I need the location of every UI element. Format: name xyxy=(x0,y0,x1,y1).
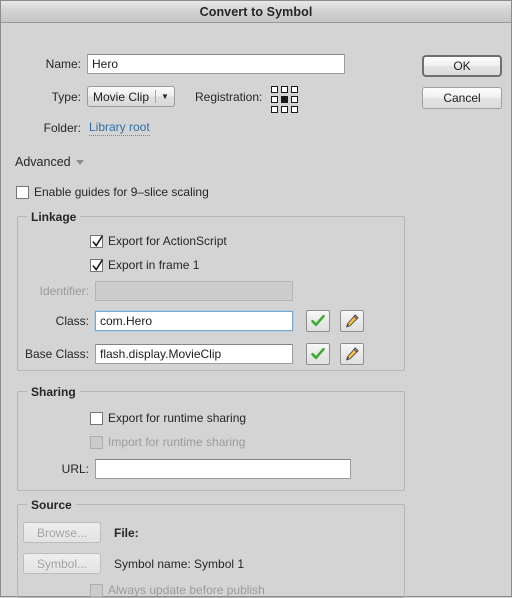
dialog-titlebar: Convert to Symbol xyxy=(1,1,511,23)
nine-slice-checkbox[interactable] xyxy=(16,185,29,199)
base-class-edit-button[interactable] xyxy=(340,343,364,365)
url-label: URL: xyxy=(61,462,89,476)
type-row: Type: Movie Clip ▼ xyxy=(19,86,175,107)
url-input[interactable] xyxy=(95,459,351,479)
dropdown-separator xyxy=(155,90,157,103)
registration-cell-middle-right[interactable] xyxy=(291,96,298,103)
export-actionscript-label: Export for ActionScript xyxy=(108,234,227,248)
export-frame1-checkbox[interactable] xyxy=(90,258,104,272)
always-update-row: Always update before publish xyxy=(90,583,265,597)
nine-slice-label: Enable guides for 9–slice scaling xyxy=(34,185,209,199)
cancel-button[interactable]: Cancel xyxy=(422,87,502,109)
base-class-input[interactable] xyxy=(95,344,293,364)
registration-label: Registration: xyxy=(195,90,263,104)
registration-point-grid[interactable] xyxy=(271,86,298,113)
symbol-button: Symbol... xyxy=(23,553,101,574)
checkmark-icon xyxy=(92,234,104,247)
advanced-disclosure[interactable]: Advanced xyxy=(15,155,84,169)
registration-cell-bottom-center[interactable] xyxy=(281,106,288,113)
class-validate-button[interactable] xyxy=(306,310,330,332)
class-row: Class: xyxy=(29,310,364,332)
browse-button-label: Browse... xyxy=(36,525,87,540)
registration-cell-top-center[interactable] xyxy=(281,86,288,93)
export-frame1-row[interactable]: Export in frame 1 xyxy=(90,258,199,272)
import-runtime-sharing-row: Import for runtime sharing xyxy=(90,435,245,449)
pencil-icon xyxy=(346,314,359,328)
class-edit-button[interactable] xyxy=(340,310,364,332)
checkmark-green-icon xyxy=(311,347,325,360)
chevron-down-icon: ▼ xyxy=(161,91,169,101)
type-dropdown[interactable]: Movie Clip ▼ xyxy=(87,86,175,107)
sharing-group-title: Sharing xyxy=(27,385,80,399)
always-update-checkbox xyxy=(90,583,103,597)
registration-cell-middle-left[interactable] xyxy=(271,96,278,103)
export-actionscript-checkbox[interactable] xyxy=(90,234,104,248)
checkmark-icon xyxy=(92,258,104,271)
base-class-row: Base Class: xyxy=(19,343,364,365)
url-row: URL: xyxy=(29,459,351,479)
base-class-label: Base Class: xyxy=(24,347,89,361)
registration-cell-top-right[interactable] xyxy=(291,86,298,93)
browse-button: Browse... xyxy=(23,522,101,543)
name-label: Name: xyxy=(45,57,81,71)
registration-cell-bottom-right[interactable] xyxy=(291,106,298,113)
registration-cell-center[interactable] xyxy=(281,96,288,103)
name-row: Name: xyxy=(19,54,349,74)
export-runtime-sharing-label: Export for runtime sharing xyxy=(108,411,247,425)
nine-slice-checkbox-row[interactable]: Enable guides for 9–slice scaling xyxy=(16,185,209,199)
cancel-button-label: Cancel xyxy=(443,91,481,105)
checkmark-green-icon xyxy=(311,314,325,327)
export-frame1-label: Export in frame 1 xyxy=(108,258,200,272)
registration-cell-top-left[interactable] xyxy=(271,86,278,93)
folder-row: Folder: Library root xyxy=(19,120,150,136)
export-runtime-sharing-row[interactable]: Export for runtime sharing xyxy=(90,411,246,425)
identifier-row: Identifier: xyxy=(29,281,293,301)
type-dropdown-value: Movie Clip xyxy=(93,89,150,104)
ok-button[interactable]: OK xyxy=(422,55,502,77)
pencil-icon xyxy=(346,347,359,361)
identifier-label: Identifier: xyxy=(39,284,89,298)
library-root-link[interactable]: Library root xyxy=(89,120,150,136)
ok-button-label: OK xyxy=(453,59,471,73)
name-input[interactable] xyxy=(87,54,345,74)
export-actionscript-row[interactable]: Export for ActionScript xyxy=(90,234,227,248)
base-class-validate-button[interactable] xyxy=(306,343,330,365)
dialog-body: Name: OK Cancel Type: Movie Clip ▼ Regis… xyxy=(1,23,511,598)
linkage-group-title: Linkage xyxy=(27,210,81,224)
folder-label: Folder: xyxy=(43,121,81,135)
source-group-title: Source xyxy=(27,498,76,512)
always-update-label: Always update before publish xyxy=(108,583,265,597)
advanced-label: Advanced xyxy=(15,155,71,169)
symbol-button-label: Symbol... xyxy=(36,556,87,571)
file-label: File: xyxy=(114,526,139,540)
convert-to-symbol-dialog: Convert to Symbol Name: OK Cancel Type: … xyxy=(0,0,512,598)
triangle-down-icon xyxy=(75,159,84,165)
class-label: Class: xyxy=(55,314,89,328)
import-runtime-sharing-label: Import for runtime sharing xyxy=(108,435,246,449)
class-input[interactable] xyxy=(95,311,293,331)
export-runtime-sharing-checkbox[interactable] xyxy=(90,411,103,425)
identifier-input xyxy=(95,281,293,301)
symbol-name-text: Symbol name: Symbol 1 xyxy=(114,557,245,571)
dialog-title: Convert to Symbol xyxy=(199,4,313,19)
type-label: Type: xyxy=(51,89,81,104)
import-runtime-sharing-checkbox xyxy=(90,435,103,449)
registration-cell-bottom-left[interactable] xyxy=(271,106,278,113)
